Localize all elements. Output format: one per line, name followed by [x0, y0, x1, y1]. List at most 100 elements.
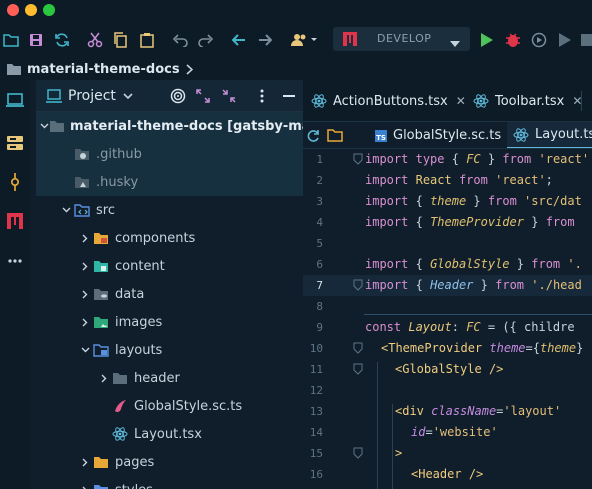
collapse-all-icon[interactable] — [222, 80, 236, 112]
open-folder-icon[interactable] — [2, 22, 20, 58]
husky-folder-icon — [73, 174, 91, 190]
chevron-right-icon[interactable] — [78, 234, 92, 243]
project-tool-window-icon[interactable] — [0, 85, 30, 115]
images-folder-icon — [92, 314, 110, 330]
cut-icon[interactable] — [86, 22, 104, 58]
code-editor[interactable]: 1 2 3 4 5 6 7 8 9 10 11 12 13 14 15 16 import type { FC… — [303, 149, 592, 489]
fold-marker-icon[interactable] — [353, 279, 363, 291]
forward-arrow-icon[interactable] — [256, 22, 274, 58]
chevron-down-icon[interactable] — [59, 207, 73, 213]
tree-item-images[interactable]: images — [36, 308, 303, 336]
tab-label: ActionButtons.tsx — [333, 93, 448, 109]
chevron-right-icon[interactable] — [78, 318, 92, 327]
tree-item-label: layouts — [115, 342, 163, 358]
tree-item-github[interactable]: .github — [36, 140, 303, 168]
tree-item-globalstyle-sc-ts[interactable]: GlobalStyle.sc.ts — [36, 392, 303, 420]
locate-file-icon[interactable] — [170, 80, 186, 112]
tree-item-layouts[interactable]: layouts — [36, 336, 303, 364]
refresh-icon[interactable] — [306, 122, 320, 148]
tree-item-layout-tsx[interactable]: Layout.tsx — [36, 420, 303, 448]
stop-icon[interactable] — [580, 22, 592, 58]
breadcrumb-project[interactable]: material-theme-docs — [27, 62, 180, 77]
chevron-right-icon[interactable] — [78, 458, 92, 467]
undo-icon[interactable] — [171, 22, 189, 58]
tab-actionbuttons[interactable]: ActionButtons.tsx ✕ — [311, 80, 466, 121]
line-number: 7 — [316, 279, 323, 292]
users-dropdown-icon[interactable] — [290, 22, 320, 58]
redo-icon[interactable] — [197, 22, 215, 58]
tree-item-src[interactable]: src — [36, 196, 303, 224]
line-number: 16 — [309, 468, 323, 481]
tree-item-pages[interactable]: pages — [36, 448, 303, 476]
git-tool-window-icon[interactable] — [0, 167, 30, 197]
breadcrumb: material-theme-docs — [0, 58, 592, 80]
chevron-right-icon[interactable] — [78, 486, 92, 489]
line-number: 8 — [316, 300, 323, 313]
line-number: 4 — [316, 216, 323, 229]
tab-label: GlobalStyle.sc.ts — [393, 128, 502, 143]
profile-icon[interactable] — [530, 22, 548, 58]
line-number: 15 — [309, 447, 323, 460]
run-next-icon[interactable] — [556, 22, 574, 58]
react-icon — [473, 93, 489, 109]
paste-icon[interactable] — [138, 22, 156, 58]
zoom-window-button[interactable] — [43, 4, 55, 16]
tree-item-styles[interactable]: styles — [36, 476, 303, 489]
project-view-title[interactable]: Project — [68, 80, 116, 112]
code-line-16: <Header /> — [411, 467, 484, 481]
debug-icon[interactable] — [504, 22, 522, 58]
sync-icon[interactable] — [52, 22, 72, 58]
expand-all-icon[interactable] — [196, 80, 210, 112]
chevron-down-icon[interactable] — [78, 347, 92, 353]
tree-item-material-theme-docs[interactable]: material-theme-docs [gatsby-mate — [36, 112, 303, 140]
tree-item-data[interactable]: data — [36, 280, 303, 308]
tab-toolbar[interactable]: Toolbar.tsx ✕ — [473, 80, 582, 121]
view-select-chevron-icon[interactable] — [123, 80, 133, 112]
back-arrow-icon[interactable] — [230, 22, 248, 58]
tree-item-header[interactable]: header — [36, 364, 303, 392]
line-number: 10 — [309, 342, 323, 355]
hide-panel-icon[interactable] — [283, 80, 295, 112]
line-number: 11 — [309, 363, 323, 376]
editor-secondary-tab-bar: TS GlobalStyle.sc.ts Layout.ts — [303, 122, 592, 149]
code-line-1: import type { FC } from 'react' — [365, 152, 590, 166]
fold-marker-icon[interactable] — [353, 363, 363, 375]
chevron-right-icon[interactable] — [78, 290, 92, 299]
fold-marker-icon[interactable] — [353, 342, 363, 354]
code-line-4: import { ThemeProvider } from — [365, 215, 575, 229]
styled-components-icon — [111, 398, 129, 414]
run-configuration-select[interactable]: DEVELOP — [333, 27, 470, 51]
folder-icon[interactable] — [327, 122, 343, 148]
minimize-window-button[interactable] — [25, 4, 37, 16]
close-tab-icon[interactable]: ✕ — [456, 94, 466, 108]
structure-tool-window-icon[interactable] — [0, 128, 30, 158]
line-number: 12 — [309, 384, 323, 397]
tree-item-label: styles — [115, 483, 153, 489]
tab-globalstyle[interactable]: TS GlobalStyle.sc.ts — [369, 122, 507, 148]
options-menu-icon[interactable] — [260, 80, 264, 112]
tab-layout[interactable]: Layout.ts — [507, 122, 592, 148]
save-icon[interactable] — [27, 22, 45, 58]
typescript-icon: TS — [375, 129, 387, 142]
tree-item-husky[interactable]: .husky — [36, 168, 303, 196]
line-number: 3 — [316, 195, 323, 208]
tree-item-content[interactable]: content — [36, 252, 303, 280]
more-tool-windows-icon[interactable] — [0, 246, 30, 276]
chevron-down-icon[interactable] — [40, 123, 49, 129]
line-number: 5 — [316, 237, 323, 250]
run-icon[interactable] — [478, 22, 496, 58]
copy-icon[interactable] — [111, 22, 129, 58]
code-line-3: import { theme } from 'src/dat — [365, 194, 582, 208]
chevron-right-icon[interactable] — [97, 374, 111, 383]
code-line-13: <div className='layout' — [395, 404, 562, 418]
fold-marker-icon[interactable] — [353, 447, 363, 459]
tab-label: Toolbar.tsx — [495, 93, 565, 109]
chevron-right-icon — [186, 63, 193, 75]
svg-text:TS: TS — [376, 134, 386, 142]
close-window-button[interactable] — [7, 4, 19, 16]
tree-item-components[interactable]: components — [36, 224, 303, 252]
src-folder-icon — [73, 202, 91, 218]
fold-marker-icon[interactable] — [353, 153, 363, 165]
npm-tool-window-icon[interactable] — [0, 206, 30, 236]
chevron-right-icon[interactable] — [78, 262, 92, 271]
